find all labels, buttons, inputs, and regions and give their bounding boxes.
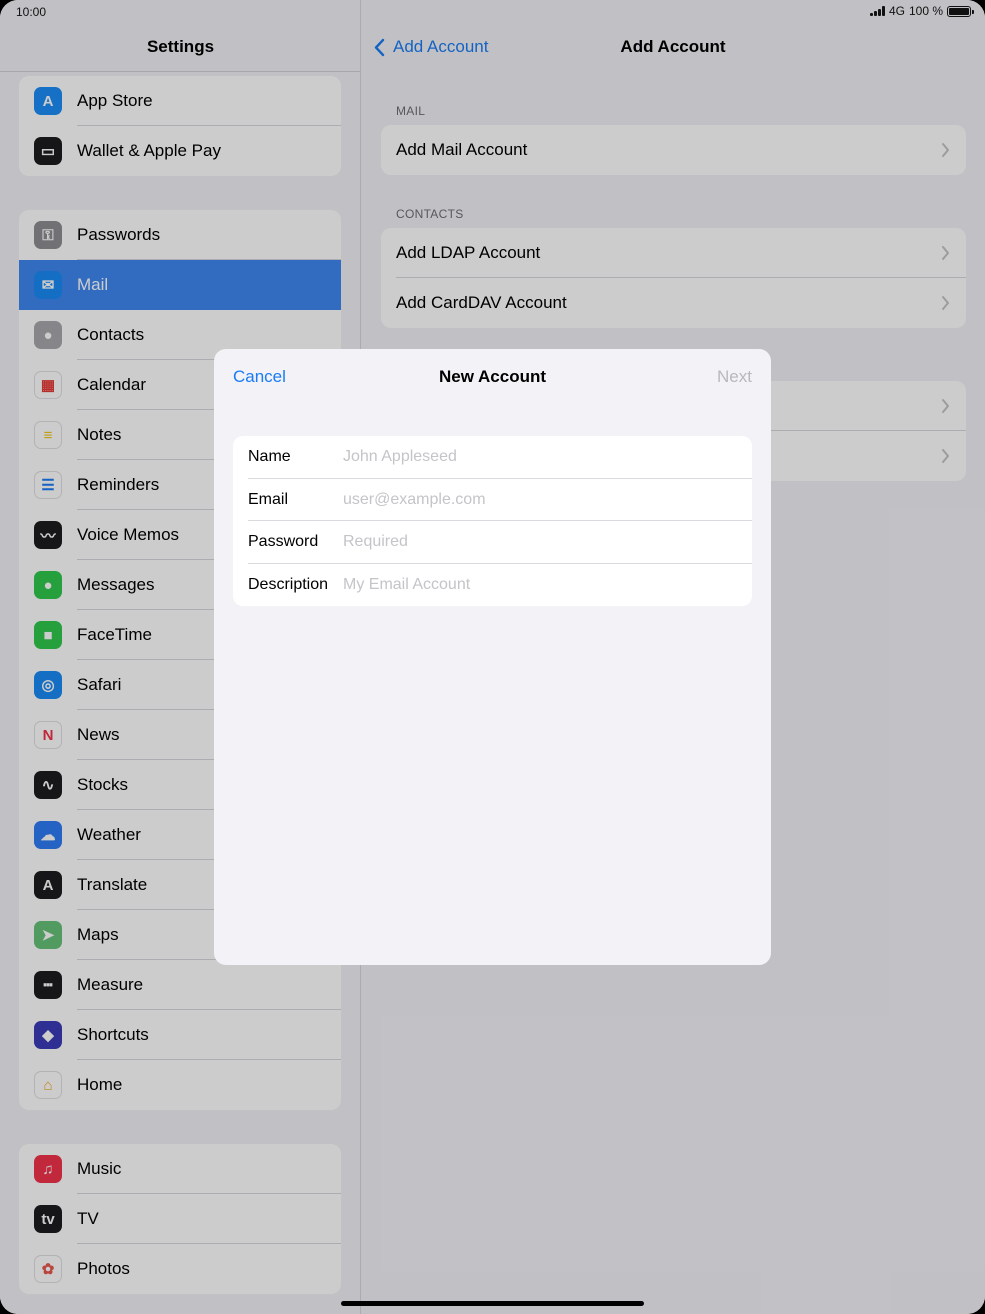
home-indicator[interactable]	[341, 1301, 644, 1306]
status-time: 10:00	[16, 5, 47, 19]
name-label: Name	[248, 448, 291, 466]
sheet-title: New Account	[438, 367, 547, 386]
name-row: Name	[233, 436, 752, 479]
name-field[interactable]	[343, 442, 742, 473]
password-row: Password	[233, 521, 752, 564]
email-field[interactable]	[343, 484, 742, 515]
email-label: Email	[248, 490, 289, 508]
new-account-sheet: New Account Cancel Next Name Email Passw…	[214, 349, 771, 965]
battery-icon	[947, 5, 974, 17]
email-row: Email	[233, 479, 752, 521]
battery-percent: 100 %	[908, 4, 943, 18]
account-form: Name Email Password Description	[233, 436, 752, 606]
description-label: Description	[248, 575, 329, 593]
password-label: Password	[248, 533, 319, 551]
cancel-button[interactable]: Cancel	[233, 367, 286, 387]
signal-icon	[869, 6, 885, 16]
network-type: 4G	[888, 4, 905, 18]
status-indicators: 4G 100 %	[869, 4, 974, 18]
ipad-screen: Settings A App Store ▭ Wallet & Apple Pay ⚿ P…	[0, 0, 985, 1314]
password-field[interactable]	[343, 527, 742, 558]
description-row: Description	[233, 564, 752, 607]
next-button[interactable]: Next	[717, 367, 752, 387]
description-field[interactable]	[343, 569, 742, 600]
